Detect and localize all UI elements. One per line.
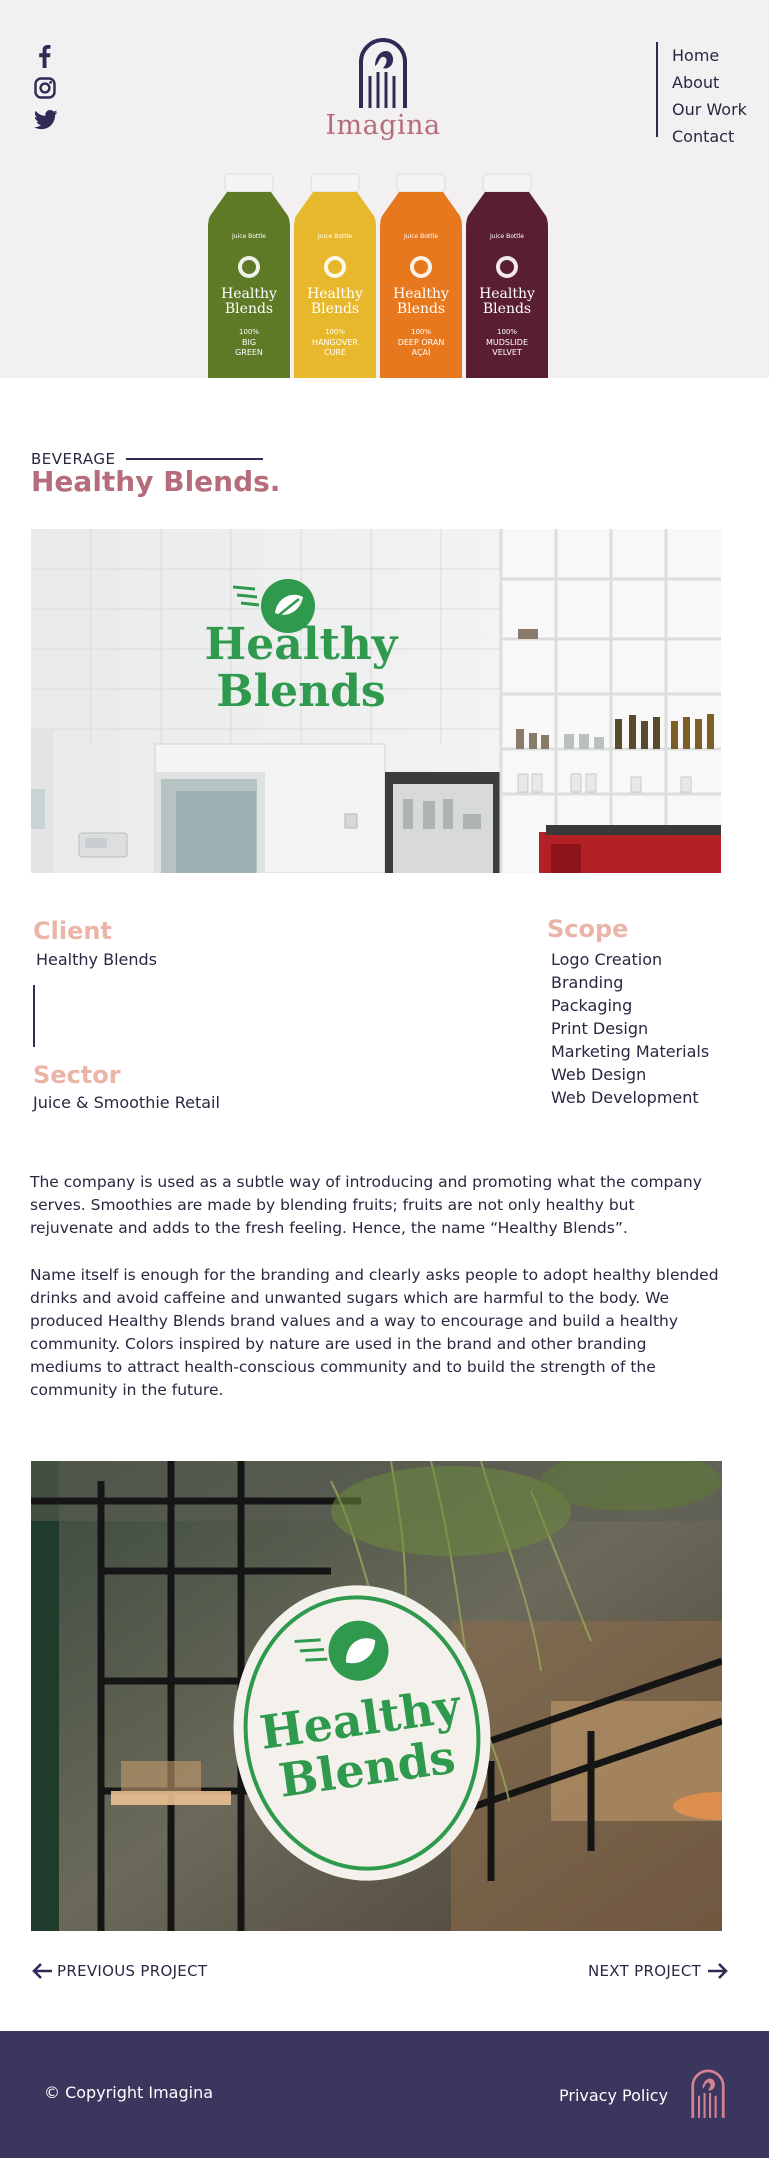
bottle-label: 100%: [239, 328, 259, 336]
scope-label: Scope: [547, 915, 629, 943]
details-divider: [33, 985, 35, 1047]
bottle-label: Blends: [225, 301, 273, 317]
bottle-label: AÇAÍ: [412, 346, 431, 357]
juice-bottle: Juice Bottle HealthyBlends 100% MUDSLIDEVEL…: [466, 173, 548, 378]
bottle-label: BIG: [242, 338, 256, 347]
juice-bottle: Juice Bottle HealthyBlends 100% HANGOVERCUR…: [294, 173, 376, 378]
scope-item: Marketing Materials: [551, 1042, 710, 1061]
copyright-text: © Copyright Imagina: [44, 2083, 214, 2102]
hanging-sign-image: Healthy Blends: [31, 1461, 722, 1931]
bottle-label: Juice Bottle: [489, 233, 524, 240]
sign-text-blends: Blends: [216, 666, 385, 717]
previous-project-label: PREVIOUS PROJECT: [57, 1962, 208, 1980]
privacy-policy-link[interactable]: Privacy Policy: [559, 2086, 668, 2105]
description-paragraph-1: The company is used as a subtle way of i…: [30, 1173, 702, 1237]
bottle-label: 100%: [325, 328, 345, 336]
juice-bottles-image: Juice BottleHealthyBlends100%BIGGREENJui…: [208, 173, 548, 378]
arrow-right-icon: [708, 1963, 728, 1979]
bottle-label: Juice Bottle: [403, 233, 438, 240]
imagina-footer-logo-icon[interactable]: [690, 2068, 726, 2118]
bottle-label: MUDSLIDE: [486, 338, 528, 347]
bottle-label: 100%: [497, 328, 517, 336]
imagina-logo-icon: [359, 38, 407, 108]
description-paragraph-2: Name itself is enough for the branding a…: [30, 1266, 719, 1399]
client-label: Client: [33, 917, 112, 945]
nav-our-work[interactable]: Our Work: [672, 96, 747, 123]
nav-home[interactable]: Home: [672, 42, 747, 69]
sector-label: Sector: [33, 1061, 121, 1089]
main-nav: Home About Our Work Contact: [656, 42, 747, 146]
bottle-label: Blends: [311, 301, 359, 317]
arrow-left-icon: [32, 1963, 52, 1979]
scope-list: Logo Creation Branding Packaging Print D…: [551, 948, 709, 1109]
bottle-label: CURE: [324, 348, 346, 357]
social-links: [34, 44, 58, 143]
facebook-icon[interactable]: [34, 44, 56, 68]
bottle-label: Healthy: [393, 286, 449, 302]
hero-header: Imagina Home About Our Work Contact Juic…: [0, 0, 769, 378]
brand-logo[interactable]: Imagina: [318, 36, 448, 141]
brand-name: Imagina: [325, 110, 441, 141]
previous-project-link[interactable]: PREVIOUS PROJECT: [31, 1962, 207, 1980]
scope-item: Branding: [551, 973, 624, 992]
bottle-label: HANGOVER: [312, 338, 358, 347]
nav-about[interactable]: About: [672, 69, 747, 96]
sector-value: Juice & Smoothie Retail: [33, 1093, 220, 1112]
juice-bottle: Juice Bottle HealthyBlends 100% DEEP ORANAÇ…: [380, 173, 462, 378]
bottle-label: Juice Bottle: [317, 233, 352, 240]
scope-item: Web Design: [551, 1065, 647, 1084]
scope-item: Print Design: [551, 1019, 649, 1038]
bottle-label: 100%: [411, 328, 431, 336]
sign-text-healthy: Healthy: [205, 619, 399, 670]
store-interior-image: Healthy Blends: [31, 529, 721, 873]
nav-contact[interactable]: Contact: [672, 123, 747, 150]
bottle-label: Juice Bottle: [231, 233, 266, 240]
bottle-label: GREEN: [235, 348, 263, 357]
project-title: Healthy Blends.: [31, 465, 281, 498]
next-project-link[interactable]: NEXT PROJECT: [588, 1962, 729, 1980]
bottle-label: Blends: [483, 301, 531, 317]
scope-item: Web Development: [551, 1088, 699, 1107]
bottle-label: Blends: [397, 301, 445, 317]
juice-bottle: Juice Bottle HealthyBlends 100% BIGGREEN: [208, 173, 290, 378]
instagram-icon[interactable]: [34, 77, 56, 99]
bottle-label: Healthy: [307, 286, 363, 302]
twitter-icon[interactable]: [34, 110, 58, 132]
bottle-label: VELVET: [492, 348, 522, 357]
next-project-label: NEXT PROJECT: [588, 1962, 702, 1980]
category-divider: [126, 458, 263, 460]
scope-item: Packaging: [551, 996, 633, 1015]
client-value: Healthy Blends: [36, 950, 157, 969]
bottle-label: DEEP ORAN: [398, 338, 445, 347]
bottle-label: Healthy: [479, 286, 535, 302]
footer: © Copyright Imagina Privacy Policy: [0, 2031, 769, 2158]
scope-item: Logo Creation: [551, 950, 663, 969]
bottle-label: Healthy: [221, 286, 277, 302]
